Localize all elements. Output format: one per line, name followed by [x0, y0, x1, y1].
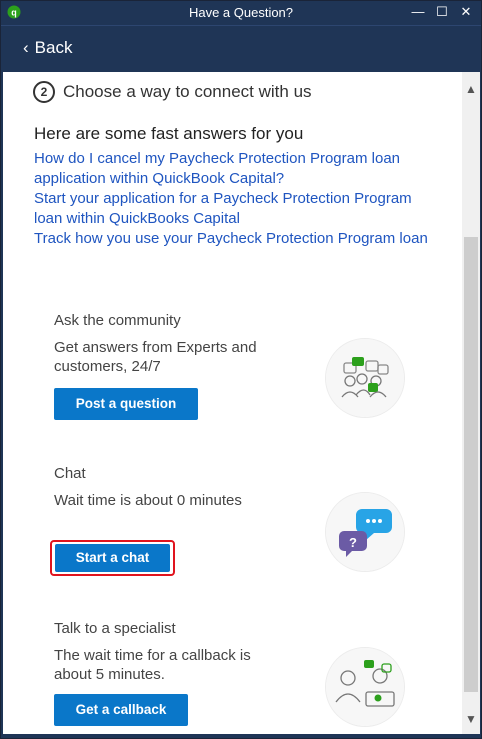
- start-chat-button[interactable]: Start a chat: [55, 544, 170, 572]
- title-bar: q Have a Question? — ☐ ✕: [1, 1, 481, 25]
- chat-section: Chat Wait time is about 0 minutes: [54, 465, 454, 510]
- vertical-scrollbar[interactable]: ▲ ▼: [462, 72, 480, 734]
- fast-answer-link[interactable]: Start your application for a Paycheck Pr…: [34, 189, 444, 229]
- step-number-badge: 2: [33, 81, 55, 103]
- get-callback-button[interactable]: Get a callback: [54, 694, 188, 726]
- specialist-description: The wait time for a callback is about 5 …: [54, 647, 251, 683]
- specialist-illustration-icon: [325, 647, 405, 727]
- main-content: 2 Choose a way to connect with us Here a…: [3, 72, 462, 734]
- chevron-left-icon: ‹: [23, 38, 29, 57]
- scroll-up-icon[interactable]: ▲: [462, 80, 480, 98]
- scrollbar-thumb[interactable]: [464, 237, 478, 692]
- step-label: Choose a way to connect with us: [63, 82, 312, 101]
- specialist-heading: Talk to a specialist: [54, 620, 176, 637]
- community-description: Get answers from Experts and customers, …: [54, 339, 257, 375]
- step-header: 2 Choose a way to connect with us: [33, 81, 312, 103]
- chat-heading: Chat: [54, 465, 86, 482]
- post-question-button[interactable]: Post a question: [54, 388, 198, 420]
- back-label: Back: [34, 38, 73, 57]
- close-button[interactable]: ✕: [457, 3, 475, 21]
- maximize-button[interactable]: ☐: [433, 3, 451, 21]
- svg-text:?: ?: [349, 535, 357, 550]
- community-illustration-icon: [325, 338, 405, 418]
- fast-answer-link[interactable]: How do I cancel my Paycheck Protection P…: [34, 149, 444, 189]
- nav-bar: ‹ Back: [1, 25, 481, 72]
- fast-answer-link[interactable]: Track how you use your Paycheck Protecti…: [34, 229, 444, 249]
- fast-answers-list: How do I cancel my Paycheck Protection P…: [34, 149, 444, 249]
- scroll-down-icon[interactable]: ▼: [462, 710, 480, 728]
- chat-description: Wait time is about 0 minutes: [54, 492, 242, 509]
- fast-answers-title: Here are some fast answers for you: [34, 124, 304, 143]
- chat-illustration-icon: ?: [325, 492, 405, 572]
- community-heading: Ask the community: [54, 312, 181, 329]
- dialog-window: q Have a Question? — ☐ ✕ ‹ Back 2 Choose …: [0, 0, 482, 739]
- minimize-button[interactable]: —: [409, 3, 427, 21]
- back-button[interactable]: ‹ Back: [23, 38, 72, 58]
